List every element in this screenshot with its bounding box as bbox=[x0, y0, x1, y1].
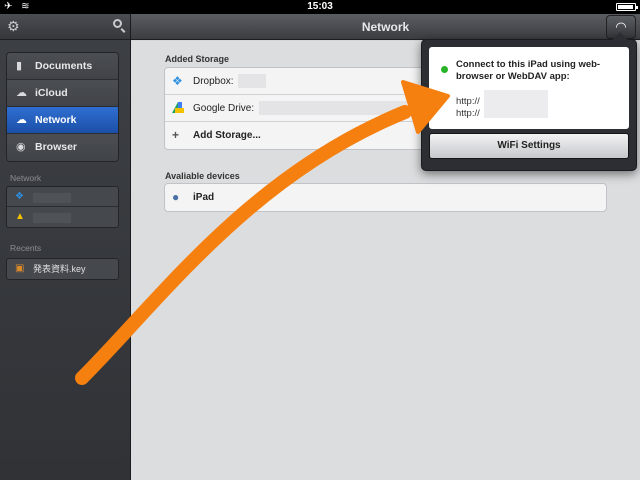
recent-file-name: 発表資料.key bbox=[33, 264, 86, 274]
compass-icon: ◉ bbox=[16, 141, 26, 153]
plus-icon: + bbox=[172, 128, 180, 142]
network-item-dropbox[interactable]: ❖ bbox=[7, 187, 118, 207]
sidebar-item-browser[interactable]: ◉ Browser bbox=[7, 134, 118, 161]
added-storage-label: Added Storage bbox=[165, 54, 230, 64]
status-bar: ✈ ≋ 15:03 bbox=[0, 0, 640, 14]
redacted-address bbox=[484, 90, 548, 118]
google-drive-icon: ▲ bbox=[15, 211, 25, 222]
device-row-ipad[interactable]: ● iPad bbox=[165, 184, 606, 211]
sidebar-nav: ▮ Documents ☁ iCloud ☁ Network ◉ Browser bbox=[6, 52, 119, 162]
sidebar-item-label: iCloud bbox=[35, 87, 68, 99]
add-storage-label: Add Storage... bbox=[193, 130, 261, 141]
sidebar-item-documents[interactable]: ▮ Documents bbox=[7, 53, 118, 80]
sidebar-item-icloud[interactable]: ☁ iCloud bbox=[7, 80, 118, 107]
network-cloud-icon: ☁ bbox=[16, 114, 27, 126]
redacted-name bbox=[33, 212, 71, 223]
battery-icon bbox=[616, 3, 638, 11]
document-icon: ▮ bbox=[16, 60, 23, 72]
sidebar-item-label: Network bbox=[35, 114, 77, 126]
status-dot-icon bbox=[441, 66, 448, 73]
wifi-settings-button[interactable]: WiFi Settings bbox=[429, 133, 629, 159]
popover-title: Connect to this iPad using web-browser o… bbox=[456, 59, 601, 82]
dropbox-icon: ❖ bbox=[172, 74, 183, 88]
redacted-account bbox=[258, 101, 407, 116]
sidebar: ⚙ ▮ Documents ☁ iCloud ☁ Network ◉ Brows… bbox=[0, 14, 131, 480]
redacted-account bbox=[238, 74, 267, 89]
network-item-gdrive[interactable]: ▲ bbox=[7, 207, 118, 227]
device-name: iPad bbox=[193, 192, 215, 203]
dropbox-icon: ❖ bbox=[15, 191, 24, 202]
cloud-icon: ☁ bbox=[16, 87, 27, 99]
network-list: ❖ ▲ bbox=[6, 186, 119, 228]
url-line-2: http:// bbox=[456, 108, 480, 119]
keynote-file-icon: ▣ bbox=[15, 263, 25, 274]
sidebar-item-label: Documents bbox=[35, 60, 93, 72]
globe-icon: ● bbox=[172, 190, 180, 204]
google-drive-icon bbox=[172, 95, 185, 124]
sidebar-item-label: Browser bbox=[35, 141, 78, 153]
recents-list: ▣ 発表資料.key bbox=[6, 258, 119, 280]
devices-list: ● iPad bbox=[164, 183, 607, 212]
storage-label: Dropbox: bbox=[193, 76, 234, 87]
status-time: 15:03 bbox=[307, 1, 333, 12]
recents-section-label: Recents bbox=[10, 243, 42, 253]
available-devices-label: Avaliable devices bbox=[165, 171, 240, 181]
sidebar-item-network[interactable]: ☁ Network bbox=[7, 107, 118, 134]
page-title: Network bbox=[131, 14, 640, 40]
url-line-1: http:// bbox=[456, 96, 480, 107]
redacted-name bbox=[33, 192, 71, 203]
popover-info-panel: Connect to this iPad using web-browser o… bbox=[429, 47, 629, 129]
wifi-popover: Connect to this iPad using web-browser o… bbox=[421, 32, 637, 171]
storage-label: Google Drive: bbox=[193, 103, 255, 114]
network-section-label: Network bbox=[10, 173, 42, 183]
recent-item[interactable]: ▣ 発表資料.key bbox=[7, 259, 118, 279]
gear-icon[interactable]: ⚙ bbox=[7, 18, 20, 35]
search-icon[interactable] bbox=[113, 19, 122, 28]
sidebar-toolbar: ⚙ bbox=[0, 14, 130, 40]
